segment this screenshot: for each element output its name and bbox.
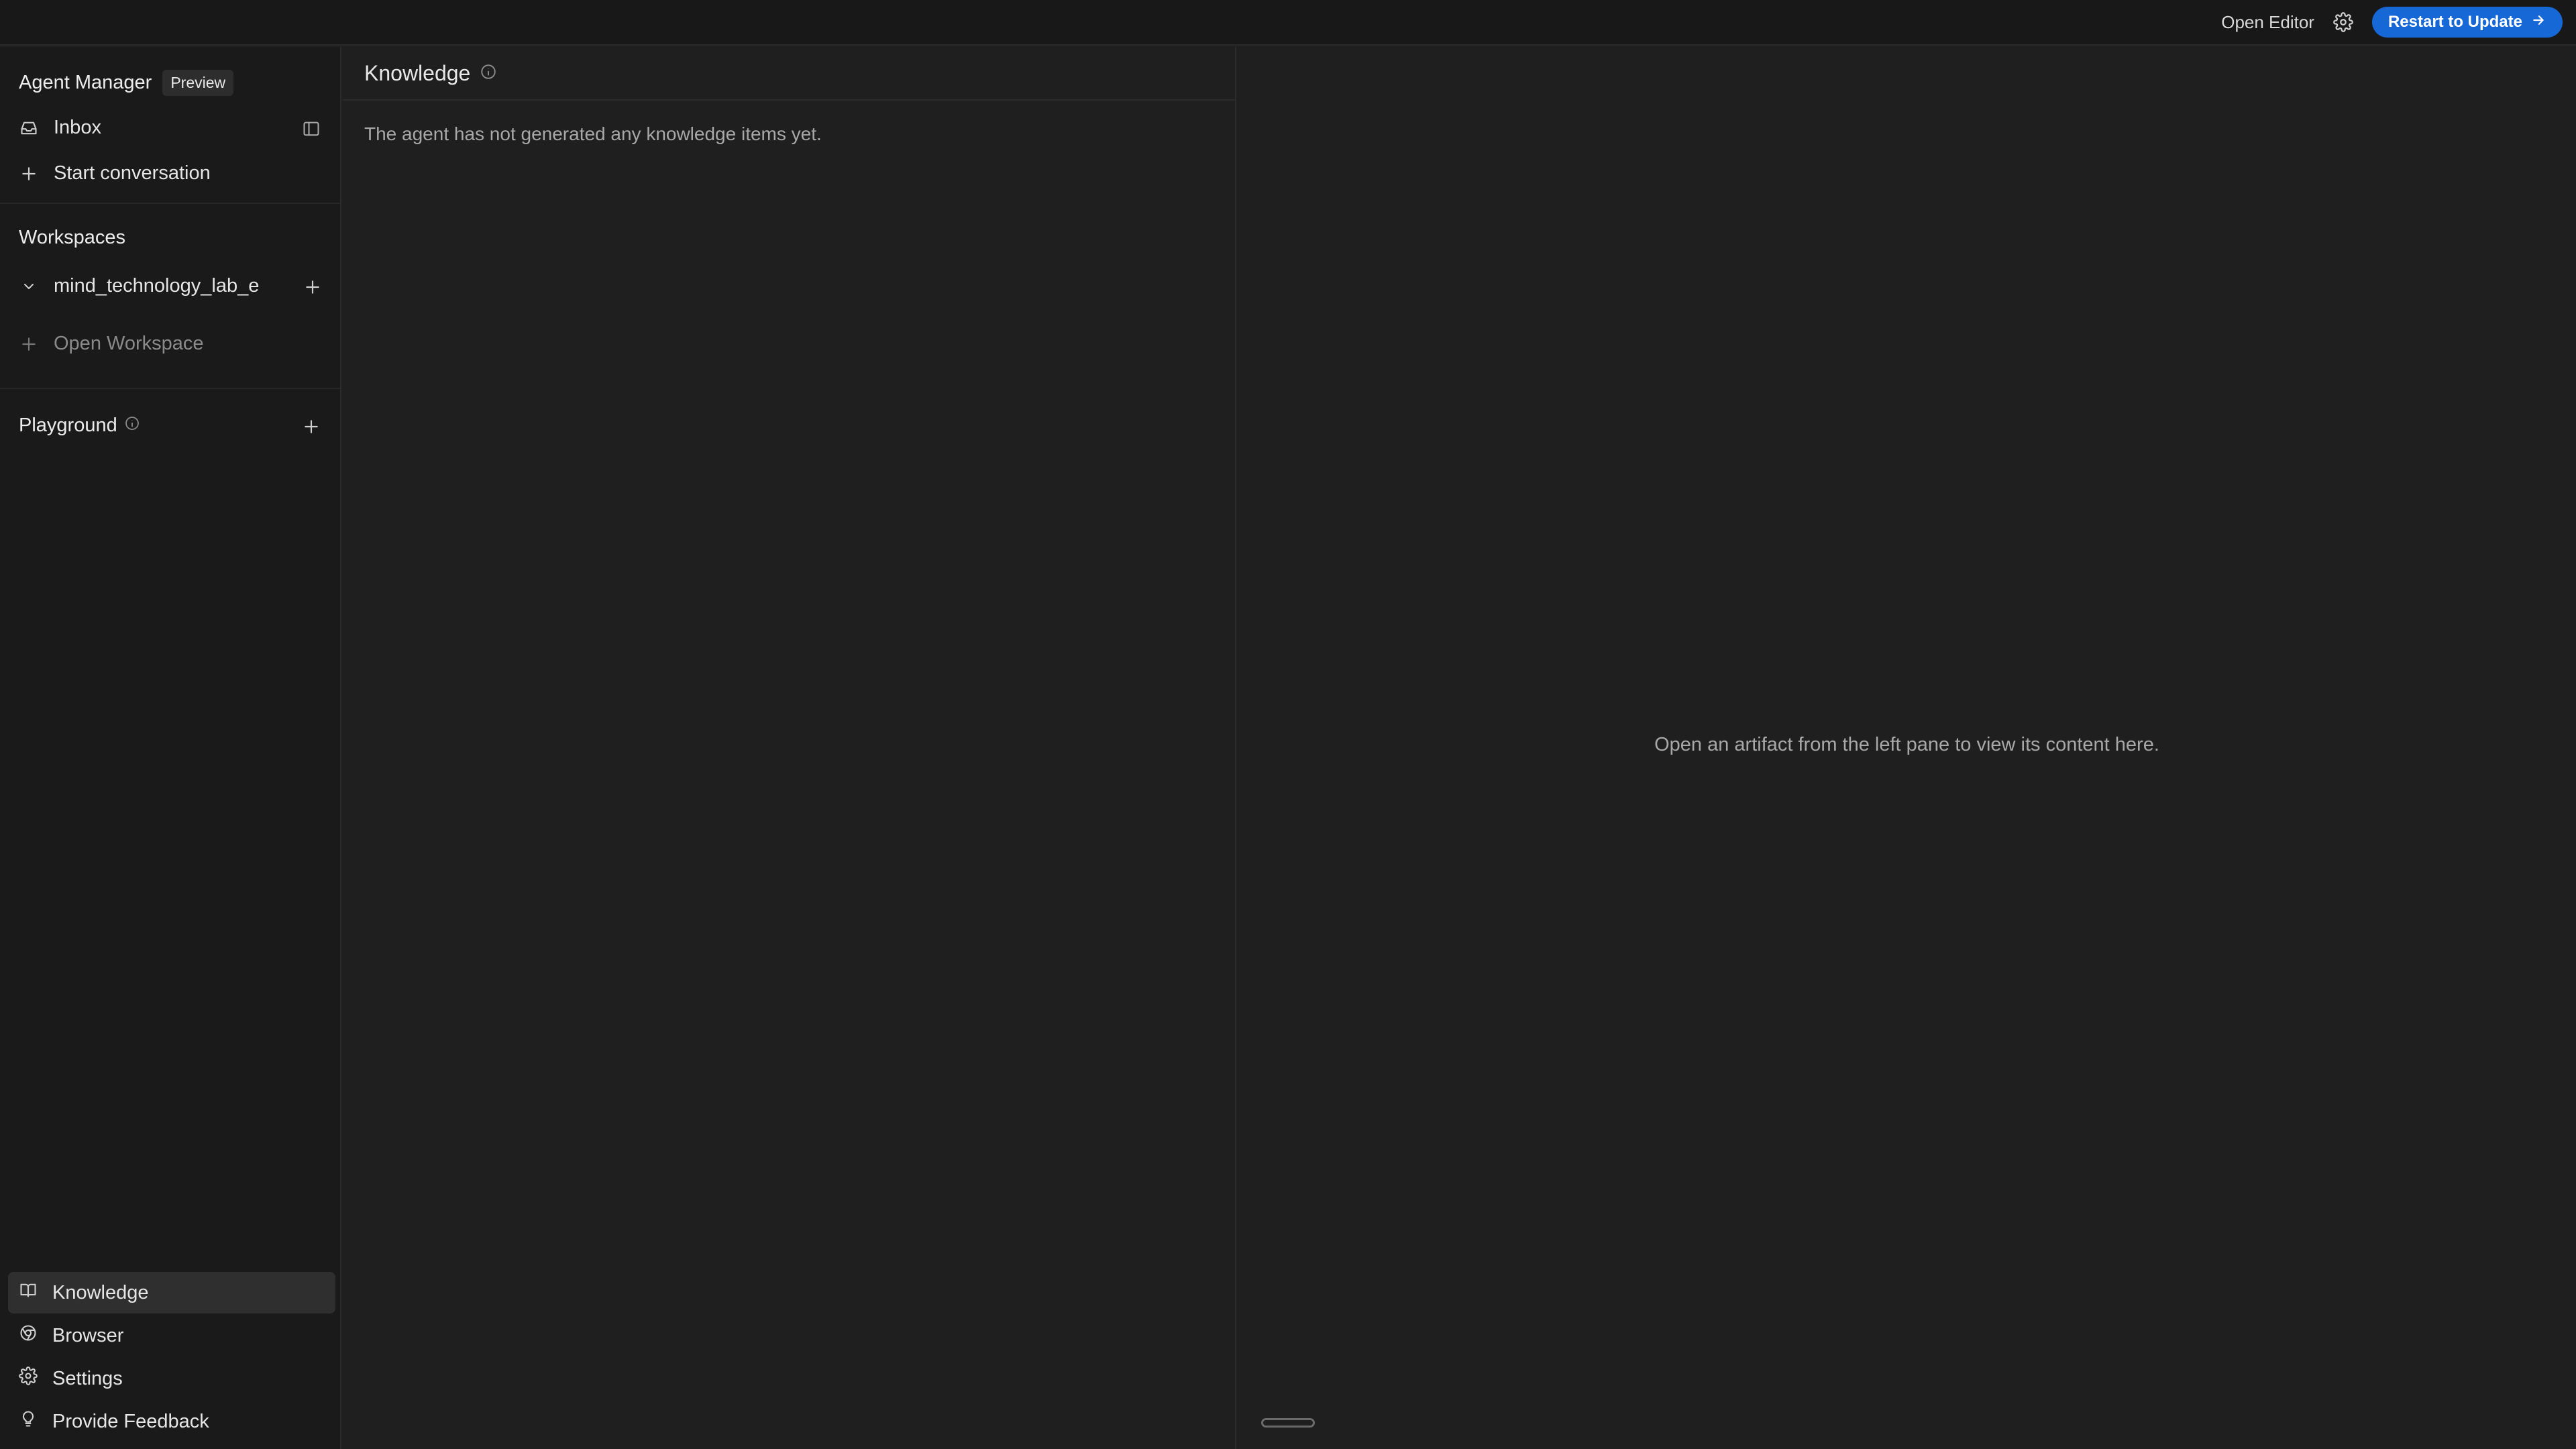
restart-label: Restart to Update xyxy=(2387,13,2522,31)
inbox-label: Inbox xyxy=(54,117,101,138)
playground-label: Playground xyxy=(19,415,117,436)
workspace-name: mind_technology_lab_e xyxy=(54,275,260,297)
nav-item-knowledge[interactable]: Knowledge xyxy=(8,1272,335,1313)
bottom-nav: Knowledge Browser Settings Provide Feedb… xyxy=(8,1272,335,1444)
artifact-viewer: Open an artifact from the left pane to v… xyxy=(1238,47,2576,1449)
gear-icon[interactable] xyxy=(2332,11,2355,34)
nav-item-browser[interactable]: Browser xyxy=(8,1315,335,1356)
playground-title: Playground xyxy=(19,415,140,437)
nav-item-provide-feedback[interactable]: Provide Feedback xyxy=(8,1401,335,1442)
knowledge-header: Knowledge xyxy=(343,47,1235,101)
workspaces-label: Workspaces xyxy=(19,227,126,248)
sidebar: Agent Manager Preview Inbox Start conver… xyxy=(0,47,341,1449)
viewer-empty-message: Open an artifact from the left pane to v… xyxy=(1654,734,2159,755)
open-workspace-button[interactable]: Open Workspace xyxy=(19,333,204,355)
start-conversation-button[interactable]: Start conversation xyxy=(19,162,211,184)
resize-handle[interactable] xyxy=(1261,1418,1315,1428)
gear-icon xyxy=(19,1366,38,1391)
sidebar-toggle-icon[interactable] xyxy=(299,117,323,141)
app-title: Agent Manager xyxy=(19,72,152,93)
book-icon xyxy=(19,1281,38,1305)
preview-badge: Preview xyxy=(162,70,234,96)
info-icon[interactable] xyxy=(124,415,140,437)
settings-label: Settings xyxy=(52,1367,123,1389)
workspace-item[interactable]: mind_technology_lab_e xyxy=(19,275,267,297)
feedback-icon xyxy=(19,1409,38,1434)
nav-item-settings[interactable]: Settings xyxy=(8,1358,335,1399)
chrome-icon xyxy=(19,1324,38,1348)
info-icon[interactable] xyxy=(480,63,497,84)
divider xyxy=(0,203,340,204)
browser-label: Browser xyxy=(52,1324,124,1346)
top-bar: Open Editor Restart to Update xyxy=(0,0,2576,46)
open-workspace-label: Open Workspace xyxy=(54,333,204,354)
knowledge-empty-message: The agent has not generated any knowledg… xyxy=(364,123,822,144)
sidebar-item-inbox[interactable]: Inbox xyxy=(19,117,101,139)
chevron-down-icon[interactable] xyxy=(19,276,39,297)
plus-icon xyxy=(19,164,39,184)
arrow-right-icon xyxy=(2532,13,2545,32)
restart-to-update-button[interactable]: Restart to Update xyxy=(2371,7,2563,38)
inbox-icon xyxy=(19,118,39,138)
knowledge-title: Knowledge xyxy=(364,60,471,85)
workspaces-title: Workspaces xyxy=(19,227,125,249)
open-editor-link[interactable]: Open Editor xyxy=(2221,12,2314,33)
provide-feedback-label: Provide Feedback xyxy=(52,1410,209,1432)
add-to-workspace-plus-icon[interactable] xyxy=(301,275,325,299)
add-playground-plus-icon[interactable] xyxy=(299,415,323,439)
sidebar-header: Agent Manager Preview xyxy=(19,70,234,96)
start-conversation-label: Start conversation xyxy=(54,162,211,184)
divider xyxy=(0,388,340,389)
knowledge-label: Knowledge xyxy=(52,1281,149,1303)
knowledge-panel: Knowledge The agent has not generated an… xyxy=(343,47,1236,1449)
plus-icon xyxy=(19,334,39,354)
